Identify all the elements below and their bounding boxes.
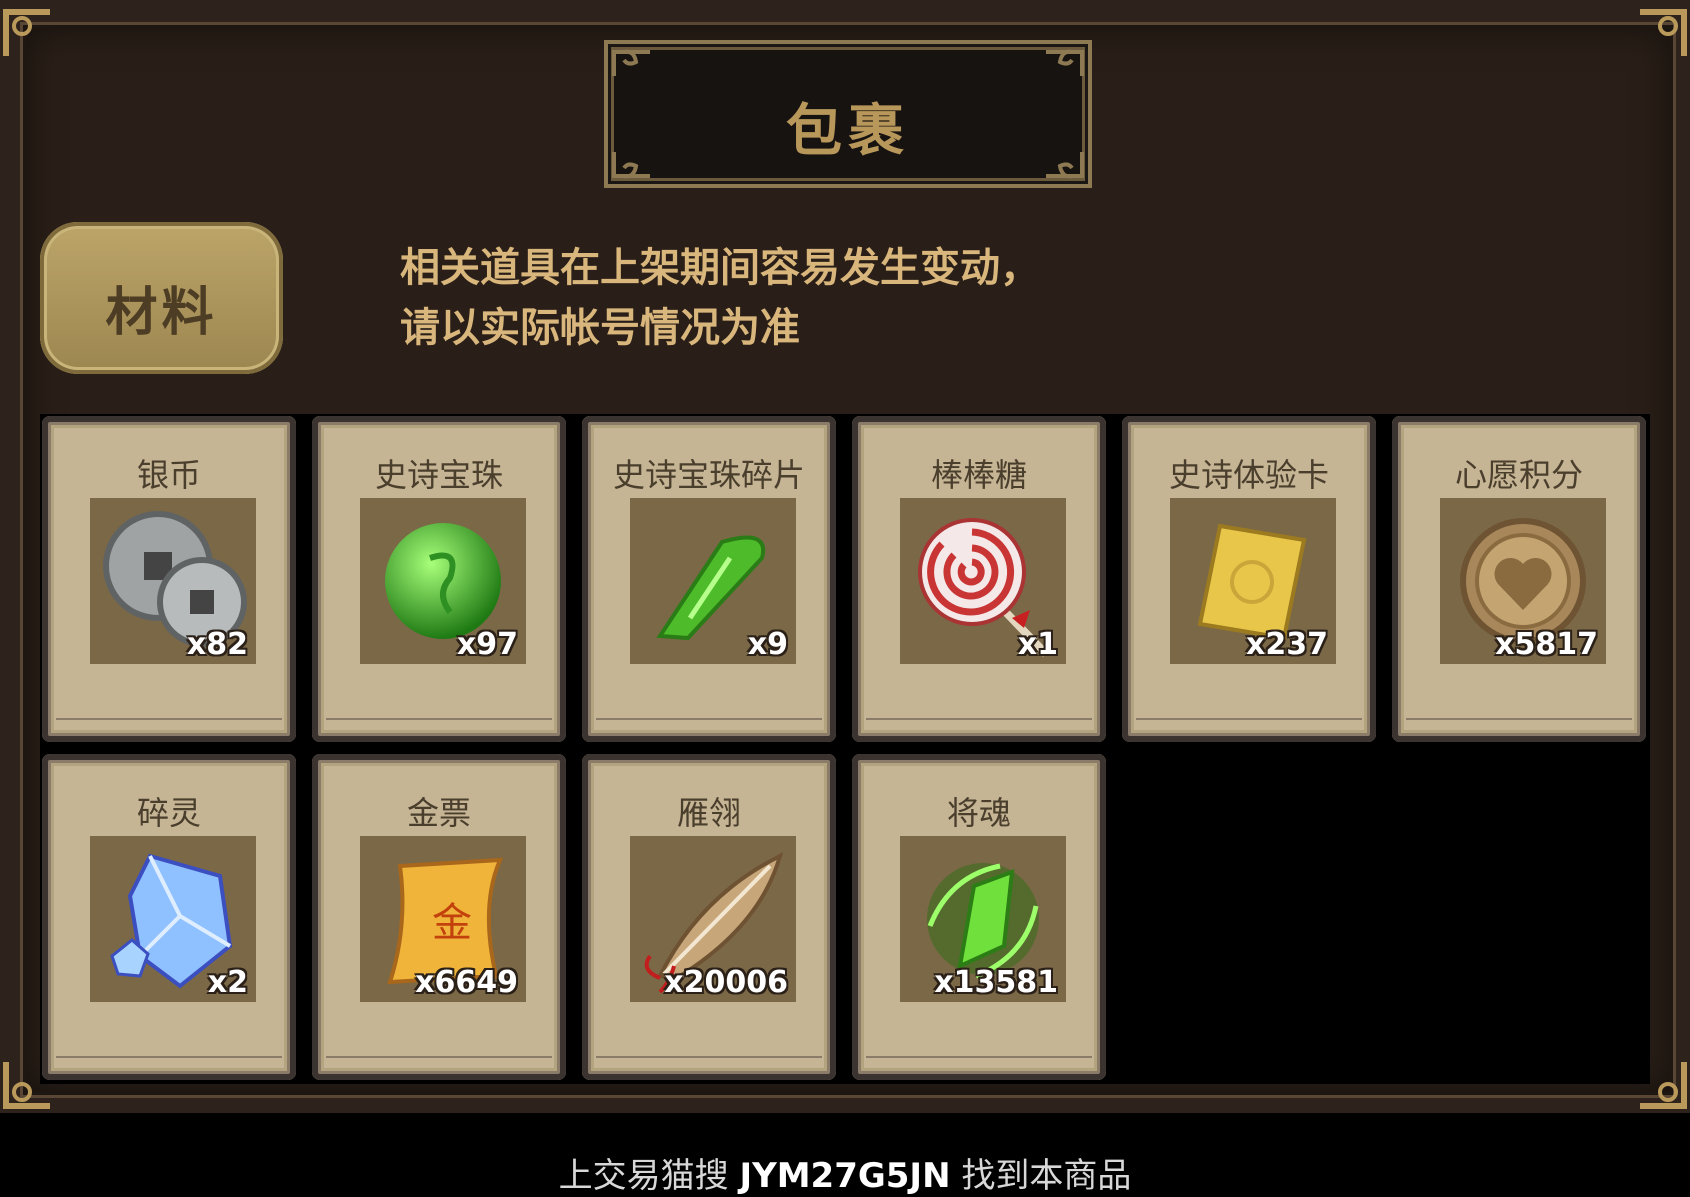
item-quantity: x97 [456,627,518,662]
item-name: 将魂 [946,794,1011,832]
item-card[interactable]: 棒棒糖 x1 [852,416,1106,742]
footer-suffix: 找到本商品 [950,1156,1132,1196]
item-name: 心愿积分 [1454,456,1583,494]
corner-ornament-icon [2,4,58,60]
item-name: 棒棒糖 [930,456,1027,494]
card-divider [56,718,282,730]
item-quantity: x82 [186,627,248,662]
item-quantity: x1 [1017,627,1058,662]
svg-text:金: 金 [432,900,472,946]
item-card[interactable]: 史诗宝珠碎片 x9 [582,416,836,742]
item-card[interactable]: 将魂 x13581 [852,754,1106,1080]
item-quantity: x5817 [1495,627,1598,662]
item-card[interactable]: 心愿积分 x5817 [1392,416,1646,742]
notice-line-2: 请以实际帐号情况为准 [400,305,800,351]
item-name: 碎灵 [136,794,201,832]
scroll-ornament-icon [610,46,670,82]
item-quantity: x237 [1246,627,1328,662]
item-card[interactable]: 史诗体验卡 x237 [1122,416,1376,742]
item-card[interactable]: 史诗宝珠 x97 [312,416,566,742]
item-card[interactable]: 雁翎 x20006 [582,754,836,1080]
item-name: 史诗宝珠 [374,456,503,494]
card-divider [1406,718,1632,730]
notice-text: 相关道具在上架期间容易发生变动， 请以实际帐号情况为准 [400,238,1200,358]
item-quantity: x9 [747,627,788,662]
corner-ornament-icon [1632,4,1688,60]
product-code: JYM27G5JN [739,1156,951,1196]
card-divider [866,1056,1092,1068]
footer-prefix: 上交易猫搜 [558,1156,740,1196]
item-name: 史诗体验卡 [1168,456,1329,494]
card-divider [326,718,552,730]
item-quantity: x2 [207,965,248,1000]
card-divider [1136,718,1362,730]
card-divider [596,1056,822,1068]
page-title: 包裹 [786,98,910,164]
item-quantity: x6649 [415,965,518,1000]
item-name: 史诗宝珠碎片 [612,456,805,494]
notice-line-1: 相关道具在上架期间容易发生变动， [400,245,1040,291]
bag-panel: 包裹 材料 相关道具在上架期间容易发生变动， 请以实际帐号情况为准 银币 x82… [0,0,1690,1113]
tab-materials[interactable]: 材料 [40,222,283,374]
item-card[interactable]: 金票 金 x6649 [312,754,566,1080]
item-card[interactable]: 碎灵 x2 [42,754,296,1080]
card-divider [866,718,1092,730]
card-divider [326,1056,552,1068]
tab-label: 材料 [105,282,218,343]
title-plate: 包裹 [604,40,1092,188]
card-divider [56,1056,282,1068]
item-quantity: x13581 [934,965,1058,1000]
item-name: 银币 [136,456,201,494]
scroll-ornament-icon [1026,46,1086,82]
card-divider [596,718,822,730]
item-name: 雁翎 [676,794,741,832]
item-quantity: x20006 [664,965,788,1000]
item-card[interactable]: 银币 x82 [42,416,296,742]
item-name: 金票 [406,794,471,832]
watermark-footer: 上交易猫搜 JYM27G5JN 找到本商品 [0,1148,1690,1197]
